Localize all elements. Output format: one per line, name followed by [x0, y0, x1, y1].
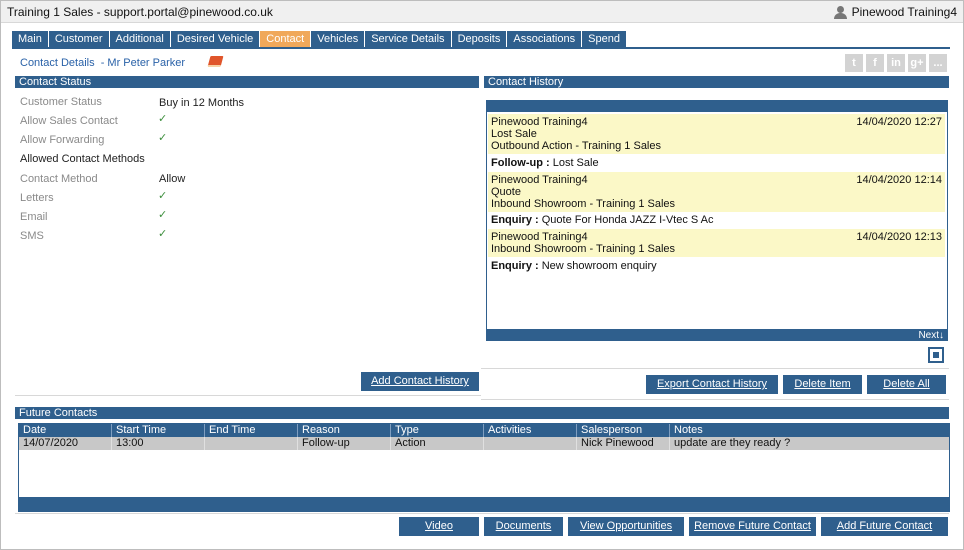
divider — [15, 513, 949, 514]
history-entry[interactable]: Pinewood Training4 14/04/2020 12:13 Inbo… — [488, 229, 945, 257]
customer-status-label: Customer Status — [20, 96, 102, 108]
title-bar: Training 1 Sales - support.portal@pinewo… — [1, 1, 963, 23]
sms-label: SMS — [20, 230, 44, 242]
allowed-contact-methods-label: Allowed Contact Methods — [20, 153, 145, 165]
tab-main[interactable]: Main — [12, 31, 48, 48]
column-header-type[interactable]: Type — [391, 424, 484, 437]
future-contacts-header: Future Contacts — [15, 407, 949, 419]
column-header-notes[interactable]: Notes — [670, 424, 949, 437]
contact-status-header: Contact Status — [15, 76, 479, 88]
history-date: 14/04/2020 12:13 — [856, 231, 942, 243]
history-date: 14/04/2020 12:14 — [856, 174, 942, 186]
tab-vehicles[interactable]: Vehicles — [311, 31, 365, 48]
expand-icon[interactable] — [928, 347, 944, 363]
history-outcome: Quote — [491, 186, 521, 198]
history-note: Enquiry : Quote For Honda JAZZ I-Vtec S … — [491, 214, 714, 226]
history-user: Pinewood Training4 — [491, 174, 588, 186]
linkedin-icon[interactable]: in — [887, 54, 905, 72]
history-bottom-bar: Next↓ — [487, 329, 947, 340]
current-user-name: Pinewood Training4 — [851, 5, 957, 19]
delete-item-button[interactable]: Delete Item — [783, 375, 862, 394]
column-header-activities[interactable]: Activities — [484, 424, 577, 437]
cell-activities — [484, 437, 577, 450]
googleplus-icon[interactable]: g+ — [908, 54, 926, 72]
history-entry[interactable]: Pinewood Training4 14/04/2020 12:27 Lost… — [488, 114, 945, 154]
tab-customer[interactable]: Customer — [48, 31, 109, 48]
history-entry[interactable]: Pinewood Training4 14/04/2020 12:14 Quot… — [488, 172, 945, 212]
email-check-icon: ✓ — [158, 209, 168, 221]
history-outcome: Lost Sale — [491, 128, 537, 140]
history-action: Outbound Action - Training 1 Sales — [491, 140, 661, 152]
tab-contact[interactable]: Contact — [260, 31, 311, 48]
cell-salesperson: Nick Pinewood — [577, 437, 670, 450]
export-contact-history-button[interactable]: Export Contact History — [646, 375, 778, 394]
history-user: Pinewood Training4 — [491, 116, 588, 128]
add-contact-history-button[interactable]: Add Contact History — [361, 372, 479, 391]
user-icon — [833, 5, 847, 19]
history-user: Pinewood Training4 — [491, 231, 588, 243]
cell-notes: update are they ready ? — [674, 437, 791, 449]
history-action: Inbound Showroom - Training 1 Sales — [491, 243, 676, 255]
twitter-icon[interactable]: t — [845, 54, 863, 72]
cell-type: Action — [391, 437, 484, 450]
window-title: Training 1 Sales - support.portal@pinewo… — [7, 5, 273, 19]
table-row[interactable]: 14/07/2020 13:00 Follow-up Action Nick P… — [19, 437, 949, 450]
history-note: Follow-up : Lost Sale — [491, 157, 599, 169]
letters-label: Letters — [20, 192, 54, 204]
allow-sales-contact-label: Allow Sales Contact — [20, 115, 118, 127]
social-links: t f in g+ ... — [845, 54, 947, 72]
cell-date: 14/07/2020 — [19, 437, 112, 450]
future-contacts-footer-bar — [19, 497, 949, 511]
column-header-date[interactable]: Date — [19, 424, 112, 437]
share-icon[interactable]: ... — [929, 54, 947, 72]
tab-desired-vehicle[interactable]: Desired Vehicle — [170, 31, 260, 48]
sms-check-icon: ✓ — [158, 228, 168, 240]
contact-history-header: Contact History — [484, 76, 949, 88]
contact-details-heading: Contact Details - Mr Peter Parker — [20, 57, 186, 69]
history-top-bar — [487, 101, 947, 112]
add-future-contact-button[interactable]: Add Future Contact — [821, 517, 948, 536]
video-button[interactable]: Video — [399, 517, 479, 536]
tab-deposits[interactable]: Deposits — [451, 31, 507, 48]
next-link[interactable]: Next↓ — [918, 330, 944, 340]
column-header-end-time[interactable]: End Time — [205, 424, 298, 437]
book-icon[interactable] — [207, 56, 224, 67]
tab-additional[interactable]: Additional — [109, 31, 170, 48]
current-user[interactable]: Pinewood Training4 — [833, 5, 957, 19]
column-header-reason[interactable]: Reason — [298, 424, 391, 437]
documents-button[interactable]: Documents — [484, 517, 563, 536]
email-label: Email — [20, 211, 48, 223]
remove-future-contact-button[interactable]: Remove Future Contact — [689, 517, 816, 536]
allow-forwarding-label: Allow Forwarding — [20, 134, 105, 146]
letters-check-icon: ✓ — [158, 190, 168, 202]
allow-sales-contact-check-icon: ✓ — [158, 113, 168, 125]
cell-start-time: 13:00 — [112, 437, 205, 450]
cell-reason: Follow-up — [298, 437, 391, 450]
tab-underline — [12, 47, 950, 49]
tab-bar: Main Customer Additional Desired Vehicle… — [12, 31, 626, 48]
allow-forwarding-check-icon: ✓ — [158, 132, 168, 144]
customer-status-value: Buy in 12 Months — [159, 97, 244, 109]
future-contacts-header-row: Date Start Time End Time Reason Type Act… — [19, 424, 949, 437]
contact-method-label: Contact Method — [20, 173, 98, 185]
cell-end-time — [205, 437, 298, 450]
column-header-start-time[interactable]: Start Time — [112, 424, 205, 437]
facebook-icon[interactable]: f — [866, 54, 884, 72]
divider — [481, 399, 949, 400]
delete-all-button[interactable]: Delete All — [867, 375, 946, 394]
contact-method-value: Allow — [159, 173, 186, 185]
tab-spend[interactable]: Spend — [582, 31, 626, 48]
app-window: Training 1 Sales - support.portal@pinewo… — [0, 0, 964, 550]
tab-associations[interactable]: Associations — [507, 31, 582, 48]
history-note: Enquiry : New showroom enquiry — [491, 260, 657, 272]
contact-history-list[interactable]: Pinewood Training4 14/04/2020 12:27 Lost… — [486, 100, 948, 341]
history-action: Inbound Showroom - Training 1 Sales — [491, 198, 676, 210]
future-contacts-table[interactable]: Date Start Time End Time Reason Type Act… — [18, 423, 950, 512]
divider — [15, 395, 481, 396]
tab-service-details[interactable]: Service Details — [365, 31, 451, 48]
column-header-salesperson[interactable]: Salesperson — [577, 424, 670, 437]
history-date: 14/04/2020 12:27 — [856, 116, 942, 128]
view-opportunities-button[interactable]: View Opportunities — [568, 517, 684, 536]
divider — [481, 368, 949, 369]
